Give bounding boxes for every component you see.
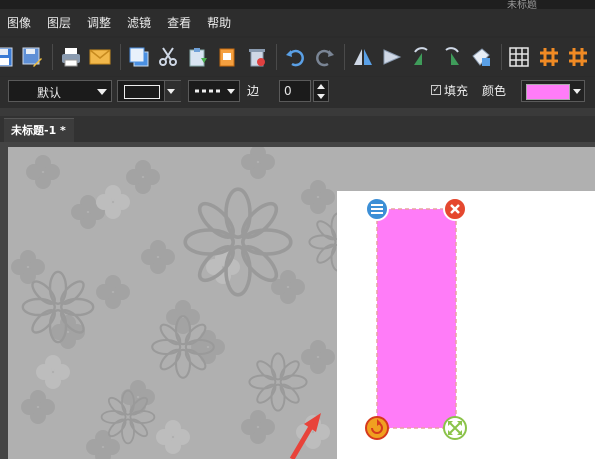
chevron-down-icon bbox=[317, 94, 325, 99]
border-width-label: 边 bbox=[247, 84, 260, 98]
paste-icon[interactable] bbox=[185, 44, 210, 70]
menu-adjust[interactable]: 调整 bbox=[79, 14, 119, 31]
delete-icon[interactable] bbox=[244, 44, 269, 70]
dashed-line-icon bbox=[195, 89, 221, 93]
toolbar-divider bbox=[0, 108, 595, 116]
flip-horizontal-icon[interactable] bbox=[350, 44, 375, 70]
save-as-icon[interactable] bbox=[19, 44, 44, 70]
chevron-down-icon bbox=[97, 89, 107, 95]
property-bar: 默认 边 0 ✓ 填充 颜色 bbox=[0, 77, 595, 108]
toolbar-separator bbox=[119, 44, 121, 70]
menu-image[interactable]: 图像 bbox=[0, 14, 39, 31]
border-width-stepper[interactable] bbox=[313, 80, 329, 102]
copy-icon[interactable] bbox=[126, 44, 151, 70]
fill-checkbox[interactable]: ✓ bbox=[431, 85, 441, 95]
flip-vertical-icon[interactable] bbox=[380, 44, 405, 70]
chevron-down-icon bbox=[227, 89, 235, 94]
rotate-right-icon[interactable] bbox=[439, 44, 464, 70]
style-select-value: 默认 bbox=[37, 86, 62, 100]
toolbar-separator bbox=[276, 44, 278, 70]
border-style-preview bbox=[124, 85, 160, 99]
style-select[interactable]: 默认 bbox=[8, 80, 112, 102]
rotate-left-icon[interactable] bbox=[409, 44, 434, 70]
chevron-down-icon bbox=[573, 89, 581, 94]
fill-color-swatch bbox=[526, 84, 570, 100]
menu-filter[interactable]: 滤镜 bbox=[119, 14, 159, 31]
undo-icon[interactable] bbox=[282, 44, 307, 70]
menu-help[interactable]: 帮助 bbox=[199, 14, 239, 31]
border-width-input[interactable]: 0 bbox=[279, 80, 311, 102]
document-tab-bar: 未标题-1 * bbox=[0, 116, 595, 142]
fill-label: 填充 bbox=[444, 84, 469, 98]
border-style-select[interactable] bbox=[117, 80, 181, 102]
menu-view[interactable]: 查看 bbox=[159, 14, 199, 31]
email-icon[interactable] bbox=[87, 44, 112, 70]
main-toolbar bbox=[0, 38, 595, 76]
canvas-white-region bbox=[337, 191, 595, 459]
print-icon[interactable] bbox=[58, 44, 83, 70]
menu-layer[interactable]: 图层 bbox=[39, 14, 79, 31]
title-strip: 未标题 bbox=[0, 0, 595, 11]
grid-icon[interactable] bbox=[507, 44, 532, 70]
toolbar-separator bbox=[344, 44, 346, 70]
toolbar-separator bbox=[500, 44, 502, 70]
border-width-value: 0 bbox=[284, 84, 292, 98]
toolbar-separator bbox=[51, 44, 53, 70]
tab-untitled-1[interactable]: 未标题-1 * bbox=[4, 118, 74, 142]
cut-icon[interactable] bbox=[155, 44, 180, 70]
menu-bar: 图像 图层 调整 滤镜 查看 帮助 bbox=[0, 9, 595, 36]
redo-icon[interactable] bbox=[312, 44, 337, 70]
paste-new-icon[interactable] bbox=[214, 44, 239, 70]
hash-icon[interactable] bbox=[536, 44, 561, 70]
cleanup-icon[interactable] bbox=[468, 44, 493, 70]
save-icon[interactable] bbox=[0, 44, 15, 70]
fill-color-select[interactable] bbox=[521, 80, 585, 102]
chevron-up-icon bbox=[317, 84, 325, 89]
hash-alt-icon[interactable] bbox=[566, 44, 591, 70]
chevron-down-icon bbox=[167, 89, 175, 94]
color-label: 颜色 bbox=[482, 84, 507, 98]
line-style-select[interactable] bbox=[188, 80, 240, 102]
